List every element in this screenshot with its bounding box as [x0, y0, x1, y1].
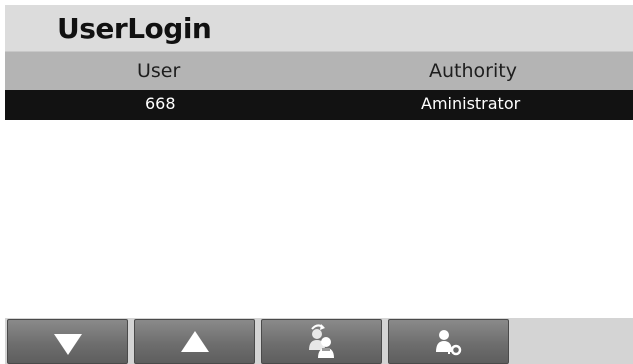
scroll-up-button[interactable]: [134, 319, 255, 364]
triangle-down-icon: [54, 334, 82, 355]
user-login-screen: UserLogin User Authority 668 Aministrato…: [5, 5, 633, 364]
column-header-authority: Authority: [429, 60, 517, 82]
scroll-down-button[interactable]: [7, 319, 128, 364]
switch-user-button[interactable]: [261, 319, 382, 364]
triangle-up-icon: [181, 331, 209, 352]
user-key-button[interactable]: [388, 319, 509, 364]
column-header-user: User: [137, 60, 181, 82]
user-table: 668 Aministrator: [5, 90, 633, 318]
title-bar: UserLogin: [5, 5, 633, 51]
table-row[interactable]: 668 Aministrator: [5, 90, 633, 120]
bottom-toolbar: [5, 318, 633, 364]
user-key-icon: [436, 330, 462, 356]
page-title: UserLogin: [57, 12, 212, 45]
switch-user-icon: [309, 324, 334, 358]
cell-authority: Aministrator: [421, 94, 521, 113]
cell-user: 668: [145, 94, 176, 113]
table-header: User Authority: [5, 51, 633, 90]
